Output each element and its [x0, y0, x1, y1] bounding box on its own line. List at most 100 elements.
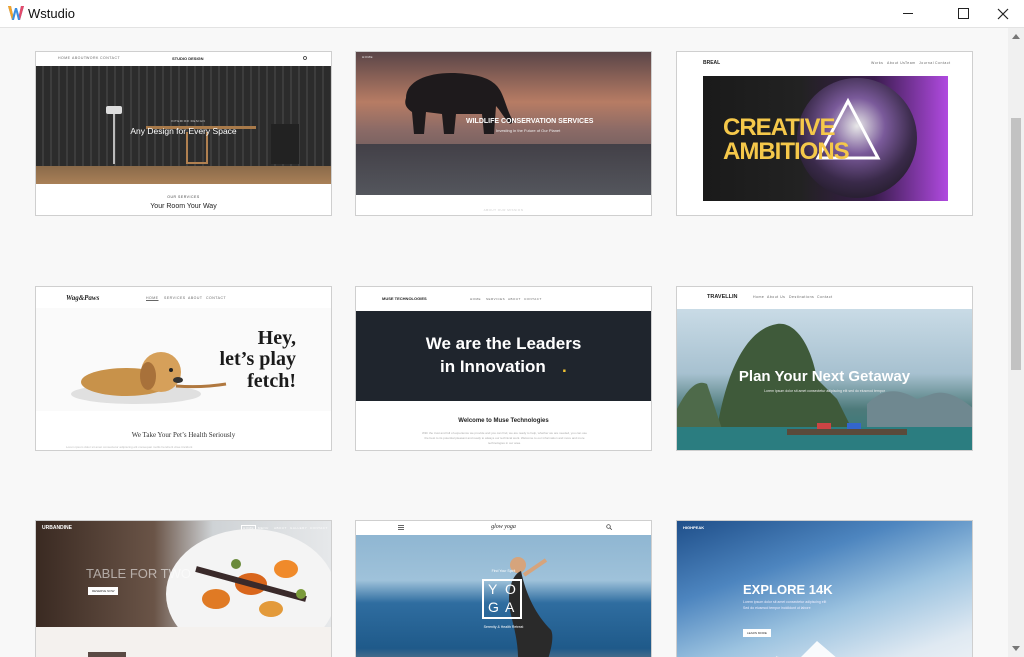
nav-item: WORK: [86, 56, 99, 60]
template-card-tech[interactable]: MUSE TECHNOLOGIES HOME SERVICES ABOUT CO…: [355, 286, 652, 451]
nav-item: Team: [905, 61, 916, 65]
nav-item: HOME: [58, 56, 71, 60]
hero-kicker: INTERIOR DESIGN: [171, 119, 206, 123]
nav-item: CONTACT: [206, 296, 227, 300]
template-brand: HOME: [362, 55, 373, 59]
learn-more-button[interactable]: LEARN MORE: [743, 629, 771, 637]
nav-item: CONTACT: [100, 56, 121, 60]
template-brand: HIGHPEAK: [683, 525, 705, 530]
template-card-creative[interactable]: BREAL Works About Us Team Journal Contac…: [676, 51, 973, 216]
search-icon: [606, 524, 612, 530]
hero-title: Plan Your Next Getaway: [738, 368, 911, 385]
template-nav: HOME ABOUT WORK CONTACT STUDIO DESIGN: [36, 52, 331, 66]
template-card-mountain[interactable]: HIGHPEAK EXPLORE 14K Lorem ipsum dolor s…: [676, 520, 973, 657]
template-gallery: HOME ABOUT WORK CONTACT STUDIO DESIGN IN…: [0, 28, 1008, 657]
template-card-pets[interactable]: Wag&Paws HOME SERVICES ABOUT CONTACT Hey…: [35, 286, 332, 451]
hero-subtitle: Serenity & Health Retreat: [483, 625, 524, 629]
nav-item: SERVICES: [486, 297, 506, 301]
scrollbar-thumb[interactable]: [1011, 118, 1021, 370]
section-kicker: OUR SERVICES: [167, 195, 200, 199]
hero-title-line2: let’s play: [219, 348, 296, 370]
food-dish-illustration: [195, 559, 307, 617]
nav-item: Contact: [935, 61, 951, 65]
section-title: Welcome to Muse Technologies: [458, 418, 549, 424]
hero-title: TABLE FOR TWO: [86, 566, 191, 581]
nav-item: GALLERY: [290, 526, 308, 530]
template-brand: URBANDINE: [42, 525, 72, 531]
hero-letter: A: [505, 599, 515, 615]
template-card-travel[interactable]: TRAVELLIN Home About Us Destinations Con…: [676, 286, 973, 451]
minimize-icon: [903, 13, 913, 14]
template-hero: We are the Leaders in Innovation .: [356, 311, 651, 401]
template-brand: STUDIO DESIGN: [172, 56, 204, 61]
hero-title-line1: Hey,: [257, 327, 296, 349]
nav-item: Works: [871, 61, 884, 65]
template-hero: Y O G A Find Your Spirit Serenity & Heal…: [356, 535, 651, 657]
scroll-up-arrow-icon[interactable]: [1012, 34, 1020, 39]
hero-title-line3: fetch!: [247, 370, 296, 392]
vertical-scrollbar[interactable]: [1008, 28, 1024, 657]
nav-item: SERVICES: [164, 296, 186, 300]
hero-title: WILDLIFE CONSERVATION SERVICES: [466, 118, 594, 125]
title-bar: Wstudio: [0, 0, 1024, 28]
template-card-wildlife[interactable]: HOME WILDLIFE CONSERVATION SERVICES Inve…: [355, 51, 652, 216]
hero-letter: G: [488, 599, 499, 615]
wstudio-logo-icon: [8, 6, 24, 20]
maximize-icon: [957, 8, 969, 19]
nav-item: HOME: [470, 297, 481, 301]
section-body: With the trust and full of experience we…: [422, 431, 587, 445]
section-title: We Take Your Pet’s Health Seriously: [131, 431, 236, 439]
template-card-restaurant[interactable]: URBANDINE HOME MENU ABOUT GALLERY CONTAC…: [35, 520, 332, 657]
nav-item: Contact: [817, 295, 833, 299]
hero-letter: O: [505, 581, 516, 597]
template-hero: HIGHPEAK EXPLORE 14K Lorem ipsum dolor s…: [677, 521, 972, 657]
mountain-peaks-illustration: [775, 641, 836, 657]
template-hero: CREATIVE AMBITIONS: [703, 76, 948, 201]
hero-accent-dot: .: [562, 357, 567, 376]
nav-item: About Us: [887, 61, 906, 65]
hero-title-line1: We are the Leaders: [425, 334, 582, 353]
section-title: Your Room Your Way: [150, 203, 217, 210]
template-card-interior[interactable]: HOME ABOUT WORK CONTACT STUDIO DESIGN IN…: [35, 51, 332, 216]
close-button[interactable]: [980, 0, 1024, 27]
scroll-down-arrow-icon[interactable]: [1012, 646, 1020, 651]
template-brand: TRAVELLIN: [707, 294, 738, 300]
template-brand: MUSE TECHNOLOGIES: [382, 296, 427, 301]
template-hero: Hey, let’s play fetch!: [36, 308, 331, 411]
nav-item: Journal: [919, 61, 934, 65]
template-hero: Plan Your Next Getaway Lorem ipsum dolor…: [677, 309, 972, 450]
hero-subtitle: Investing in the Future of Our Planet: [496, 128, 561, 133]
hero-title-line2: AMBITIONS: [723, 138, 850, 165]
section-title: ABOUT OUR MISSION: [483, 208, 524, 212]
window-title: Wstudio: [28, 6, 75, 21]
nav-item: HOME: [146, 296, 159, 300]
search-icon: [303, 56, 307, 60]
nav-item: Destinations: [789, 295, 815, 299]
template-brand: BREAL: [703, 60, 721, 66]
minimize-button[interactable]: [885, 0, 931, 27]
hero-subtitle: Lorem ipsum dolor sit amet consectetur a…: [743, 600, 827, 604]
nav-item: CONTACT: [524, 297, 542, 301]
section-body: Lorem ipsum dolor sit amet consectetur a…: [66, 445, 193, 449]
hero-subtitle: Lorem ipsum dolor sit amet consectetur a…: [764, 389, 885, 393]
hero-title-line2: in Innovation: [440, 357, 546, 376]
hero-title: Any Design for Every Space: [130, 126, 237, 136]
hero-letter: Y: [488, 581, 498, 597]
nav-item: About Us: [767, 295, 786, 299]
template-hero: HOME WILDLIFE CONSERVATION SERVICES Inve…: [356, 52, 651, 195]
nav-item: CONTACT: [310, 526, 328, 530]
nav-item: ABOUT: [188, 296, 203, 300]
nav-item: Home: [753, 295, 765, 299]
template-card-yoga[interactable]: glow yoga Y O G A Find Your Spirit Seren…: [355, 520, 652, 657]
template-hero: INTERIOR DESIGN Any Design for Every Spa…: [36, 66, 331, 184]
hero-title: EXPLORE 14K: [743, 582, 833, 597]
nav-item: ABOUT: [508, 297, 521, 301]
template-brand: Wag&Paws: [66, 294, 100, 302]
template-hero: URBANDINE HOME MENU ABOUT GALLERY CONTAC…: [36, 521, 331, 627]
close-icon: [997, 8, 1009, 19]
hero-caption: Find Your Spirit: [491, 569, 516, 573]
nav-item: ABOUT: [72, 56, 87, 60]
reserve-button[interactable]: RESERVE NOW: [88, 587, 119, 595]
nav-item: ABOUT: [274, 526, 287, 530]
hero-subtitle: Sed do eiusmod tempor incididunt ut labo…: [743, 606, 811, 610]
